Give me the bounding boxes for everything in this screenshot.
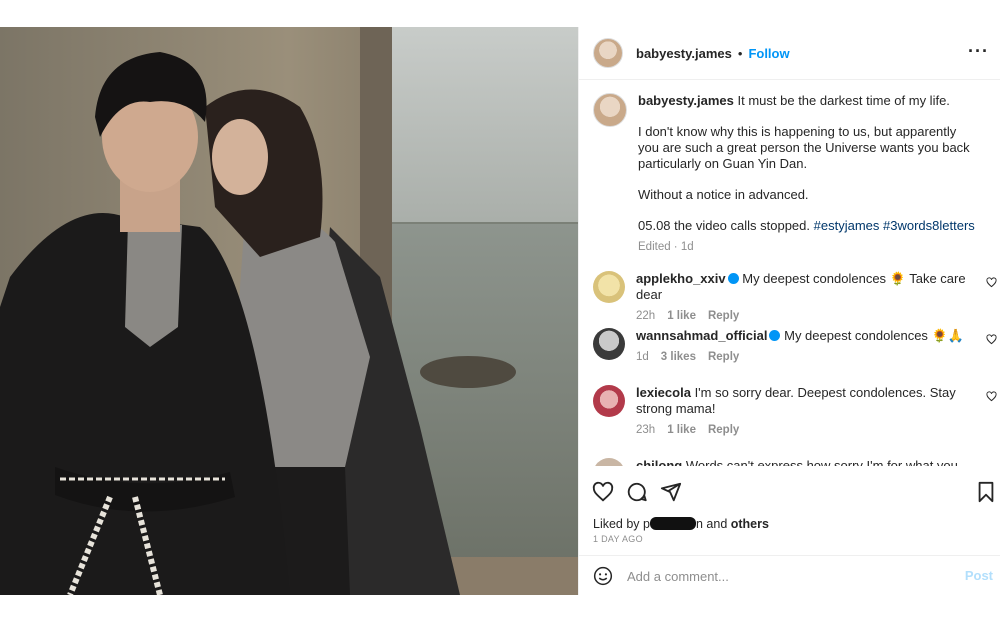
post-actions-bar — [579, 479, 1000, 509]
commenter-username[interactable]: applekho_xxiv — [636, 271, 726, 286]
likes-suffix: n and — [695, 517, 731, 531]
save-bookmark-icon[interactable] — [975, 481, 997, 503]
commenter-avatar[interactable] — [593, 328, 625, 360]
like-comment-heart-icon[interactable] — [986, 391, 997, 402]
like-comment-heart-icon[interactable] — [986, 334, 997, 345]
verified-badge-icon — [727, 273, 739, 284]
comments-scroll-area[interactable]: babyesty.james It must be the darkest ti… — [579, 80, 1000, 466]
likes-partial-name: p — [643, 517, 650, 531]
comment-item: applekho_xxiv My deepest condolences 🌻 T… — [593, 271, 997, 324]
caption-avatar[interactable] — [593, 93, 627, 127]
post-caption: babyesty.james It must be the darkest ti… — [593, 93, 993, 255]
reply-button[interactable]: Reply — [708, 310, 739, 322]
commenter-username[interactable]: lexiecola — [636, 385, 691, 400]
likes-others[interactable]: others — [731, 517, 769, 531]
emoji-icon[interactable] — [593, 566, 613, 586]
header-separator: • — [737, 45, 743, 61]
comment-likes[interactable]: 1 like — [667, 310, 696, 322]
likes-summary[interactable]: Liked by p n and others — [593, 517, 769, 531]
commenter-avatar[interactable] — [593, 271, 625, 303]
verified-badge-icon — [769, 330, 781, 341]
commenter-avatar[interactable] — [593, 385, 625, 417]
caption-para4: 05.08 the video calls stopped. — [638, 218, 811, 233]
commenter-username[interactable]: chilong — [636, 458, 682, 466]
comment-likes[interactable]: 1 like — [667, 424, 696, 436]
add-comment-bar: Post — [579, 555, 1000, 596]
caption-meta: Edited · 1d — [638, 241, 694, 253]
comment-time: 22h — [636, 310, 656, 322]
comment-text: My deepest condolences 🌻🙏 — [784, 328, 964, 343]
comment-time: 23h — [636, 424, 656, 436]
caption-username[interactable]: babyesty.james — [638, 93, 734, 108]
author-avatar[interactable] — [593, 38, 623, 68]
hashtag-estyjames[interactable]: #estyjames — [814, 218, 880, 233]
comment-text: Words can't express how sorry I'm for wh… — [685, 458, 958, 466]
comment-bubble-icon[interactable] — [626, 481, 648, 503]
post-photo[interactable] — [0, 27, 578, 595]
share-send-icon[interactable] — [660, 481, 682, 503]
author-username[interactable]: babyesty.james — [636, 46, 732, 61]
comment-time: 1d — [636, 351, 649, 363]
comment-item: wannsahmad_official My deepest condolenc… — [593, 328, 997, 365]
commenter-username[interactable]: wannsahmad_official — [636, 328, 767, 343]
like-heart-icon[interactable] — [592, 481, 614, 503]
commenter-avatar[interactable] — [593, 458, 625, 466]
comment-likes[interactable]: 3 likes — [661, 351, 696, 363]
post-side-panel: babyesty.james • Follow ··· babyesty.jam… — [578, 27, 1000, 595]
caption-para2: I don't know why this is happening to us… — [638, 124, 970, 171]
hashtag-3words8letters[interactable]: #3words8letters — [883, 218, 975, 233]
caption-line1: It must be the darkest time of my life. — [737, 93, 950, 108]
comment-item: lexiecola I'm so sorry dear. Deepest con… — [593, 385, 997, 438]
post-comment-button[interactable]: Post — [965, 568, 993, 583]
caption-para3: Without a notice in advanced. — [638, 187, 809, 202]
more-options-icon[interactable]: ··· — [968, 41, 989, 62]
reply-button[interactable]: Reply — [708, 351, 739, 363]
couple-photo-illustration — [0, 27, 578, 595]
follow-button[interactable]: Follow — [748, 46, 789, 61]
reply-button[interactable]: Reply — [708, 424, 739, 436]
likes-prefix: Liked by — [593, 517, 644, 531]
post-header: babyesty.james • Follow ··· — [579, 27, 1000, 80]
post-time-ago: 1 DAY AGO — [593, 534, 643, 544]
redacted-username — [649, 517, 696, 530]
like-comment-heart-icon[interactable] — [986, 277, 997, 288]
add-comment-input[interactable] — [625, 564, 949, 588]
comment-item: chilong Words can't express how sorry I'… — [593, 458, 993, 466]
